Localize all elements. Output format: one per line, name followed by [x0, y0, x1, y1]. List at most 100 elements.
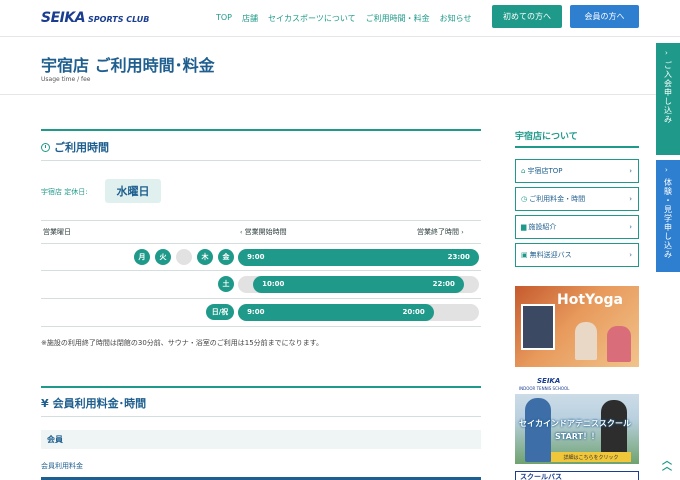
- tennis-caption: セイカインドアテニススクール: [519, 419, 631, 428]
- col-open-header: ‹ 営業開始時間: [240, 227, 287, 237]
- sidebar-item-store-top[interactable]: ⌂ 宇宿店TOP ›: [515, 159, 639, 183]
- row-divider: [41, 326, 481, 327]
- nav-hours-fees[interactable]: ご利用時間・料金: [366, 13, 430, 24]
- hours-bar-track: 9:00 23:00: [238, 249, 479, 266]
- day-sat: 土: [218, 276, 234, 292]
- open-time: 9:00: [247, 253, 265, 261]
- hours-table-top: [41, 220, 481, 221]
- sidebar-item-label: 施設紹介: [528, 223, 557, 231]
- member-fee-label: 会員利用料金: [41, 462, 83, 470]
- nav-about[interactable]: セイカスポーツについて: [268, 13, 356, 24]
- clock-icon: [41, 142, 50, 152]
- col-open-text: 営業開始時間: [244, 228, 287, 236]
- hours-note: ※施設の利用終了時間は閉館の30分前、サウナ・浴室のご利用は15分前までになりま…: [41, 339, 323, 347]
- building-icon: ▆: [521, 223, 527, 231]
- close-time: 20:00: [402, 308, 425, 316]
- section-top-rule: [41, 129, 481, 131]
- site-header: SEIKA SPORTS CLUB TOP 店舗 セイカスポーツについて ご利用…: [0, 0, 680, 37]
- close-time: 23:00: [447, 253, 470, 261]
- main-nav: TOP 店舗 セイカスポーツについて ご利用時間・料金 お知らせ: [216, 13, 471, 24]
- row-divider: [41, 270, 481, 271]
- chevron-right-icon: ›: [629, 195, 632, 203]
- nav-news[interactable]: お知らせ: [440, 13, 472, 24]
- section-top-rule: [41, 386, 481, 388]
- tennis-details-link: 詳細はこちらをクリック: [551, 452, 631, 462]
- hours-heading-text: ご利用時間: [54, 141, 109, 154]
- tennis-logo: SEIKA: [537, 377, 561, 385]
- hours-bar-weekday: 9:00 23:00: [238, 249, 479, 266]
- day-wed-closed: [176, 249, 192, 265]
- sidebar-rule: [515, 146, 639, 148]
- school-bus-banner[interactable]: スクールバス: [515, 471, 639, 480]
- fees-heading: ¥ 会員利用料金･時間: [41, 395, 146, 411]
- closed-day-value: 水曜日: [105, 179, 161, 203]
- chevron-right-icon: ›: [629, 223, 632, 231]
- banner-card-image: [521, 304, 555, 350]
- logo-sub: SPORTS CLUB: [88, 15, 150, 24]
- row-divider: [41, 298, 481, 299]
- title-divider: [0, 94, 680, 95]
- page-subtitle: Usage time / fee: [41, 76, 91, 83]
- hours-heading: ご利用時間: [41, 139, 109, 155]
- fees-heading-text: 会員利用料金･時間: [52, 397, 147, 410]
- tennis-caption-start: START！！: [555, 432, 600, 441]
- nav-top[interactable]: TOP: [216, 13, 232, 24]
- member-band: 会員: [41, 430, 481, 449]
- open-time: 9:00: [247, 308, 265, 316]
- apply-membership-tab[interactable]: › ご入会申し込み: [656, 43, 680, 155]
- tennis-logo-sub: INDOOR TENNIS SCHOOL: [519, 386, 570, 391]
- day-mon: 月: [134, 249, 150, 265]
- banner-person-image: [575, 322, 597, 360]
- closed-day-label: 宇宿店 定休日:: [41, 188, 88, 196]
- clock-icon: ◷: [521, 195, 528, 203]
- trial-tab-label: 体験・見学申し込み: [663, 178, 673, 259]
- col-close-text: 営業終了時間: [417, 228, 459, 236]
- home-icon: ⌂: [521, 167, 526, 175]
- member-button[interactable]: 会員の方へ: [570, 5, 639, 28]
- hours-bar-track: 9:00 20:00: [238, 304, 479, 321]
- yen-icon: ¥: [41, 396, 49, 410]
- close-time: 22:00: [432, 280, 455, 288]
- chevron-right-icon: ›: [629, 251, 632, 259]
- first-time-button[interactable]: 初めての方へ: [492, 5, 562, 28]
- chevron-right-icon: ›: [629, 167, 632, 175]
- hours-bar-track: 10:00 22:00: [238, 276, 479, 293]
- open-time: 10:00: [262, 280, 285, 288]
- day-tue: 火: [155, 249, 171, 265]
- nav-stores[interactable]: 店舗: [242, 13, 258, 24]
- banner-person-image: [525, 398, 551, 462]
- sidebar-item-bus[interactable]: ▣ 無料送迎バス ›: [515, 243, 639, 267]
- day-thu: 木: [197, 249, 213, 265]
- sidebar-title: 宇宿店について: [515, 132, 578, 142]
- sidebar-item-label: 無料送迎バス: [529, 251, 572, 259]
- site-logo[interactable]: SEIKA SPORTS CLUB: [41, 10, 149, 28]
- bus-icon: ▣: [521, 251, 528, 259]
- hours-bar-saturday: 10:00 22:00: [253, 276, 464, 293]
- hours-bar-sunday: 9:00 20:00: [238, 304, 434, 321]
- section-underline: [41, 160, 481, 161]
- apply-tab-label: ご入会申し込み: [663, 61, 673, 124]
- trial-visit-tab[interactable]: › 体験・見学申し込み: [656, 160, 680, 272]
- tennis-school-banner[interactable]: SEIKA INDOOR TENNIS SCHOOL セイカインドアテニススクー…: [515, 374, 639, 464]
- arrow-right-icon: ›: [461, 229, 464, 236]
- sidebar-item-facilities[interactable]: ▆ 施設紹介 ›: [515, 215, 639, 239]
- hot-yoga-title: HotYoga: [557, 292, 623, 308]
- arrow-left-icon: ‹: [240, 229, 243, 236]
- section-underline: [41, 416, 481, 417]
- chevron-right-icon: ›: [665, 49, 669, 57]
- logo-main: SEIKA: [41, 10, 86, 26]
- row-divider: [41, 243, 481, 244]
- scroll-to-top-icon[interactable]: ︿ ︿: [658, 457, 676, 480]
- sidebar-item-label: ご利用料金・時間: [529, 195, 586, 203]
- banner-person-image: [607, 326, 631, 362]
- day-fri: 金: [218, 249, 234, 265]
- col-close-header: 営業終了時間 ›: [417, 227, 464, 237]
- chevron-right-icon: ›: [665, 166, 669, 174]
- sidebar-item-label: 宇宿店TOP: [527, 167, 563, 175]
- banner-logo-strip: [515, 374, 639, 394]
- page-title: 宇宿店 ご利用時間･料金: [41, 56, 215, 75]
- hot-yoga-banner[interactable]: HotYoga: [515, 286, 639, 367]
- day-sun-holiday: 日/祝: [206, 304, 234, 320]
- col-days-header: 営業曜日: [43, 228, 71, 236]
- sidebar-item-fees-hours[interactable]: ◷ ご利用料金・時間 ›: [515, 187, 639, 211]
